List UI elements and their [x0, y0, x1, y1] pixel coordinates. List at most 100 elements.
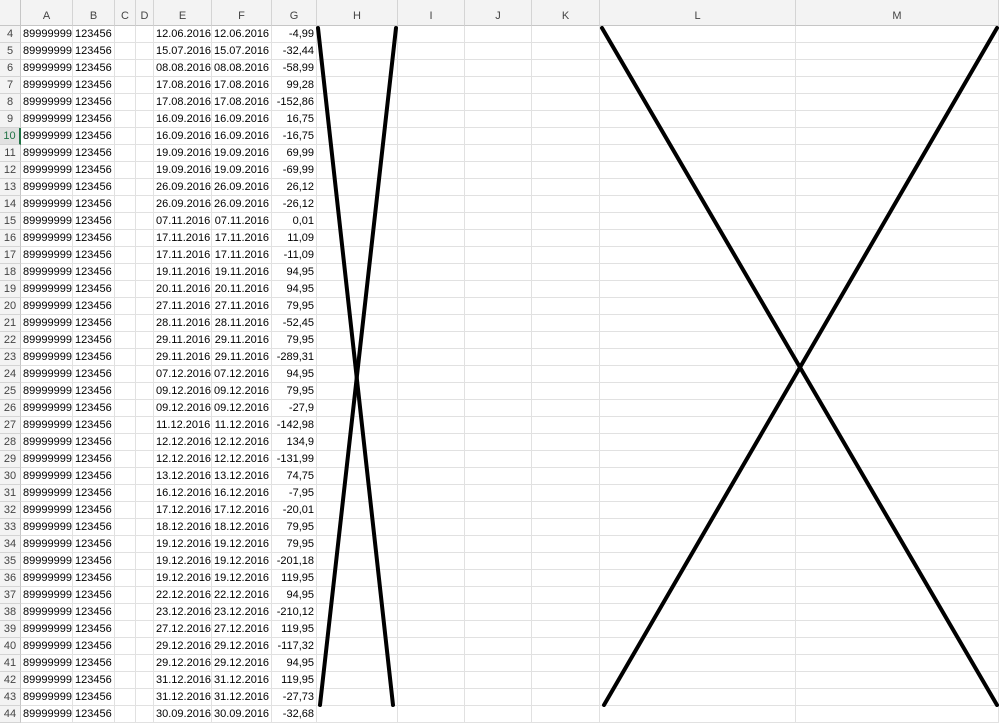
cell-g[interactable]: 99,28	[272, 77, 317, 94]
cell-k[interactable]	[532, 26, 600, 43]
cell-e[interactable]: 19.12.2016	[154, 536, 212, 553]
cell-k[interactable]	[532, 451, 600, 468]
cell-f[interactable]: 17.11.2016	[212, 230, 272, 247]
cell-b[interactable]: 123456	[73, 77, 115, 94]
cell-f[interactable]: 18.12.2016	[212, 519, 272, 536]
cell-a[interactable]: 89999999	[21, 349, 73, 366]
cell-i[interactable]	[398, 196, 465, 213]
cell-c[interactable]	[115, 264, 136, 281]
cell-h[interactable]	[317, 349, 398, 366]
cell-k[interactable]	[532, 655, 600, 672]
cell-c[interactable]	[115, 519, 136, 536]
cell-a[interactable]: 89999999	[21, 145, 73, 162]
cell-b[interactable]: 123456	[73, 451, 115, 468]
cell-f[interactable]: 26.09.2016	[212, 196, 272, 213]
cell-d[interactable]	[136, 196, 154, 213]
row-header[interactable]: 36	[0, 570, 21, 587]
row-header[interactable]: 38	[0, 604, 21, 621]
cell-e[interactable]: 29.12.2016	[154, 655, 212, 672]
cell-d[interactable]	[136, 519, 154, 536]
cell-j[interactable]	[465, 604, 532, 621]
cell-a[interactable]: 89999999	[21, 213, 73, 230]
cell-a[interactable]: 89999999	[21, 502, 73, 519]
cell-d[interactable]	[136, 434, 154, 451]
cell-l[interactable]	[600, 349, 796, 366]
cell-j[interactable]	[465, 281, 532, 298]
cell-f[interactable]: 17.08.2016	[212, 94, 272, 111]
cell-e[interactable]: 28.11.2016	[154, 315, 212, 332]
cell-a[interactable]: 89999999	[21, 417, 73, 434]
cell-m[interactable]	[796, 400, 999, 417]
cell-f[interactable]: 12.12.2016	[212, 451, 272, 468]
cell-j[interactable]	[465, 247, 532, 264]
cell-k[interactable]	[532, 604, 600, 621]
cell-l[interactable]	[600, 315, 796, 332]
cell-d[interactable]	[136, 298, 154, 315]
cell-e[interactable]: 26.09.2016	[154, 196, 212, 213]
cell-d[interactable]	[136, 111, 154, 128]
column-header-l[interactable]: L	[600, 0, 796, 26]
cell-e[interactable]: 17.11.2016	[154, 230, 212, 247]
cell-l[interactable]	[600, 145, 796, 162]
cell-a[interactable]: 89999999	[21, 281, 73, 298]
cell-h[interactable]	[317, 196, 398, 213]
row-header[interactable]: 17	[0, 247, 21, 264]
cell-h[interactable]	[317, 519, 398, 536]
cell-i[interactable]	[398, 162, 465, 179]
cell-g[interactable]: -152,86	[272, 94, 317, 111]
cell-g[interactable]: -32,68	[272, 706, 317, 723]
row-header[interactable]: 7	[0, 77, 21, 94]
cell-h[interactable]	[317, 179, 398, 196]
cell-d[interactable]	[136, 638, 154, 655]
cell-e[interactable]: 20.11.2016	[154, 281, 212, 298]
cell-i[interactable]	[398, 213, 465, 230]
cell-m[interactable]	[796, 179, 999, 196]
cell-f[interactable]: 31.12.2016	[212, 689, 272, 706]
cell-i[interactable]	[398, 451, 465, 468]
cell-g[interactable]: -142,98	[272, 417, 317, 434]
cell-m[interactable]	[796, 570, 999, 587]
column-header-j[interactable]: J	[465, 0, 532, 26]
cell-j[interactable]	[465, 213, 532, 230]
cell-f[interactable]: 17.11.2016	[212, 247, 272, 264]
cell-e[interactable]: 29.11.2016	[154, 349, 212, 366]
cell-b[interactable]: 123456	[73, 638, 115, 655]
cell-h[interactable]	[317, 26, 398, 43]
cell-d[interactable]	[136, 315, 154, 332]
cell-k[interactable]	[532, 502, 600, 519]
cell-c[interactable]	[115, 213, 136, 230]
cell-k[interactable]	[532, 485, 600, 502]
cell-e[interactable]: 08.08.2016	[154, 60, 212, 77]
cell-h[interactable]	[317, 77, 398, 94]
cell-l[interactable]	[600, 468, 796, 485]
cell-c[interactable]	[115, 383, 136, 400]
cell-m[interactable]	[796, 264, 999, 281]
row-header[interactable]: 20	[0, 298, 21, 315]
cell-c[interactable]	[115, 655, 136, 672]
row-header[interactable]: 22	[0, 332, 21, 349]
cell-a[interactable]: 89999999	[21, 434, 73, 451]
cell-b[interactable]: 123456	[73, 400, 115, 417]
cell-l[interactable]	[600, 94, 796, 111]
cell-i[interactable]	[398, 298, 465, 315]
cell-j[interactable]	[465, 128, 532, 145]
row-header[interactable]: 25	[0, 383, 21, 400]
cell-c[interactable]	[115, 111, 136, 128]
cell-e[interactable]: 13.12.2016	[154, 468, 212, 485]
cell-g[interactable]: -11,09	[272, 247, 317, 264]
cell-d[interactable]	[136, 553, 154, 570]
cell-l[interactable]	[600, 264, 796, 281]
cell-c[interactable]	[115, 536, 136, 553]
cell-h[interactable]	[317, 655, 398, 672]
cell-l[interactable]	[600, 570, 796, 587]
cell-f[interactable]: 19.09.2016	[212, 162, 272, 179]
cell-d[interactable]	[136, 349, 154, 366]
cell-l[interactable]	[600, 281, 796, 298]
cell-f[interactable]: 19.09.2016	[212, 145, 272, 162]
cell-b[interactable]: 123456	[73, 468, 115, 485]
cell-h[interactable]	[317, 536, 398, 553]
cell-h[interactable]	[317, 672, 398, 689]
cell-j[interactable]	[465, 672, 532, 689]
cell-m[interactable]	[796, 111, 999, 128]
cell-d[interactable]	[136, 366, 154, 383]
